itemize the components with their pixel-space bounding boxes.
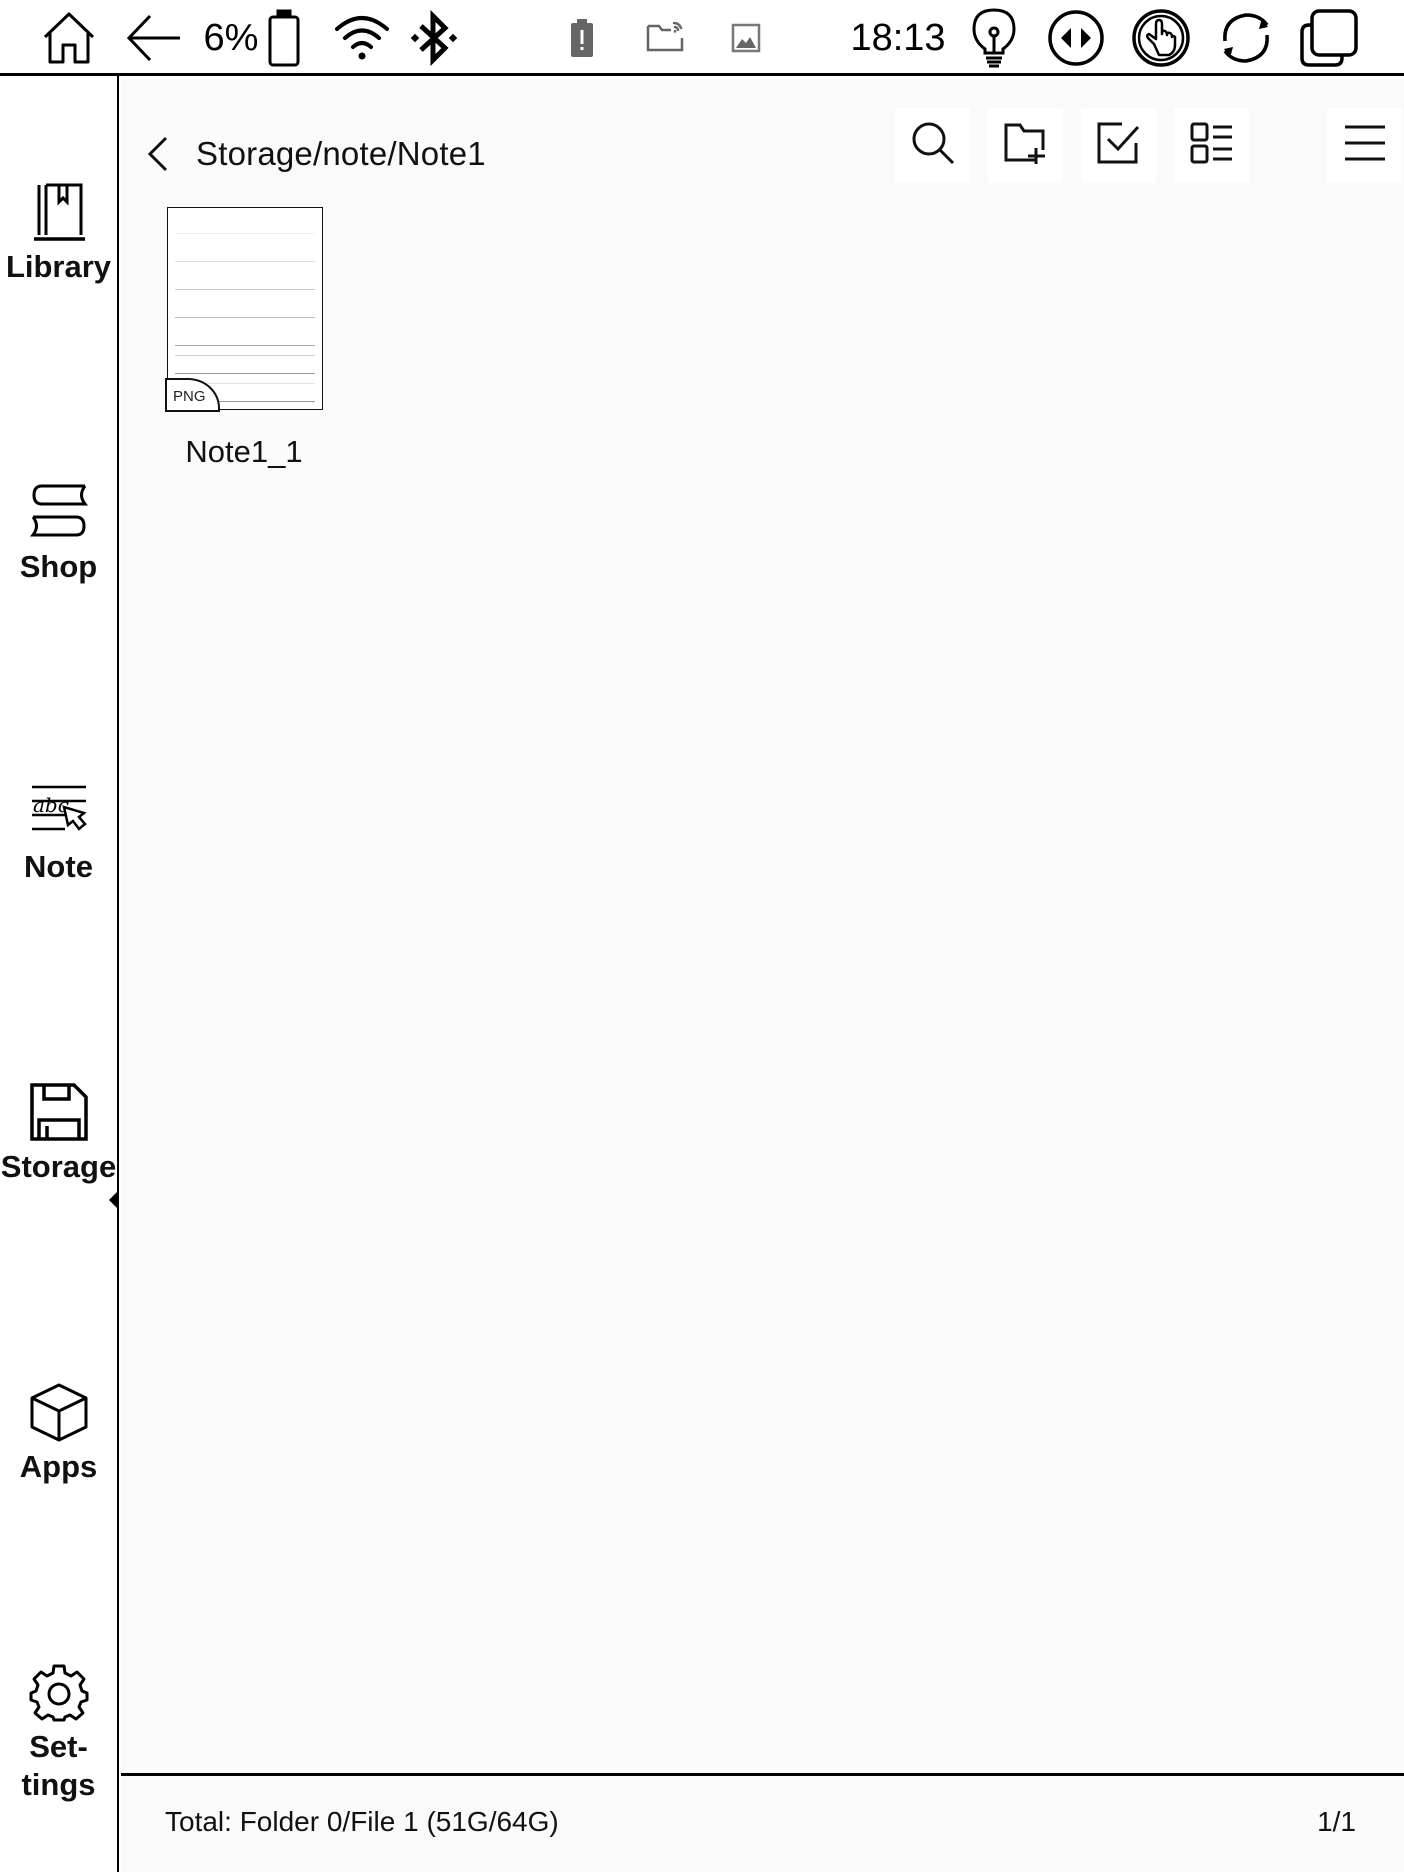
refresh-icon[interactable] [1216,8,1276,68]
file-item[interactable]: PNG Note1_1 [165,207,323,470]
sidebar-item-note[interactable]: abc Note [0,780,117,920]
thumbnail-line [175,289,315,290]
page-turn-icon[interactable] [1046,8,1106,68]
active-item-indicator [109,1190,119,1210]
sidebar-item-library[interactable]: Library [0,180,117,320]
file-thumbnail: PNG [165,207,323,412]
sidebar-label-library: Library [5,249,112,284]
thumbnail-line [175,317,315,318]
breadcrumb[interactable]: Storage/note/Note1 [146,124,486,184]
sidebar-nav: Library Shop abc Note Storage Apps Set- … [0,76,119,1872]
file-name: Note1_1 [185,434,303,469]
home-icon[interactable] [36,8,102,68]
folder-sync-notification-icon[interactable] [644,8,686,68]
thumbnail-line [175,261,315,262]
recent-apps-icon[interactable] [1298,8,1360,68]
checkbox-icon [1096,121,1142,170]
sidebar-item-apps[interactable]: Apps [0,1380,117,1520]
sidebar-item-settings[interactable]: Set- tings [0,1660,117,1840]
search-icon [910,120,956,171]
battery-alert-notification-icon[interactable] [566,8,598,68]
storage-summary: Total: Folder 0/File 1 (51G/64G) [165,1806,559,1837]
battery-icon [266,8,302,68]
sidebar-item-shop[interactable]: Shop [0,480,117,620]
page-indicator[interactable]: 1/1 [1317,1806,1356,1838]
search-button[interactable] [895,108,970,183]
new-folder-button[interactable] [988,108,1063,183]
select-button[interactable] [1081,108,1156,183]
wifi-icon[interactable] [332,8,392,68]
touch-icon[interactable] [1130,8,1192,68]
sidebar-label-shop: Shop [19,549,98,584]
view-mode-button[interactable] [1174,108,1249,183]
sidebar-label-storage: Storage [0,1149,117,1184]
breadcrumb-path: Storage/note/Note1 [196,135,486,172]
thumbnail-line [175,345,315,346]
thumbnail-line [175,233,315,234]
thumbnail-line [175,355,315,356]
chevron-left-icon[interactable] [146,134,176,174]
image-notification-icon[interactable] [730,8,762,68]
library-book-icon [27,180,91,244]
sidebar-label-apps: Apps [19,1449,98,1484]
apps-cube-icon [27,1380,91,1444]
sidebar-item-storage[interactable]: Storage [0,1080,117,1220]
list-view-icon [1189,121,1235,170]
lightbulb-icon[interactable] [968,8,1020,68]
back-arrow-icon[interactable] [124,8,184,68]
menu-button[interactable] [1327,108,1402,183]
gear-icon [27,1660,91,1724]
footer-status: Total: Folder 0/File 1 (51G/64G) 1/1 [121,1773,1404,1872]
shop-books-icon [27,480,91,544]
svg-text:abc: abc [33,793,69,817]
battery-percent: 6% [203,16,259,59]
menu-icon [1342,123,1388,168]
new-folder-icon [1003,122,1049,169]
thumbnail-line [175,373,315,374]
clock-time: 18:13 [850,16,946,59]
file-browser: Storage/note/Note1 PNG Note1_1 [121,79,1404,1872]
note-pen-icon: abc [27,780,91,844]
storage-floppy-icon [27,1080,91,1144]
sidebar-label-settings: Set- tings [21,1729,96,1802]
status-bar: 6% 18:13 [0,0,1404,76]
bluetooth-icon[interactable] [410,8,458,68]
sidebar-label-note: Note [24,849,93,884]
